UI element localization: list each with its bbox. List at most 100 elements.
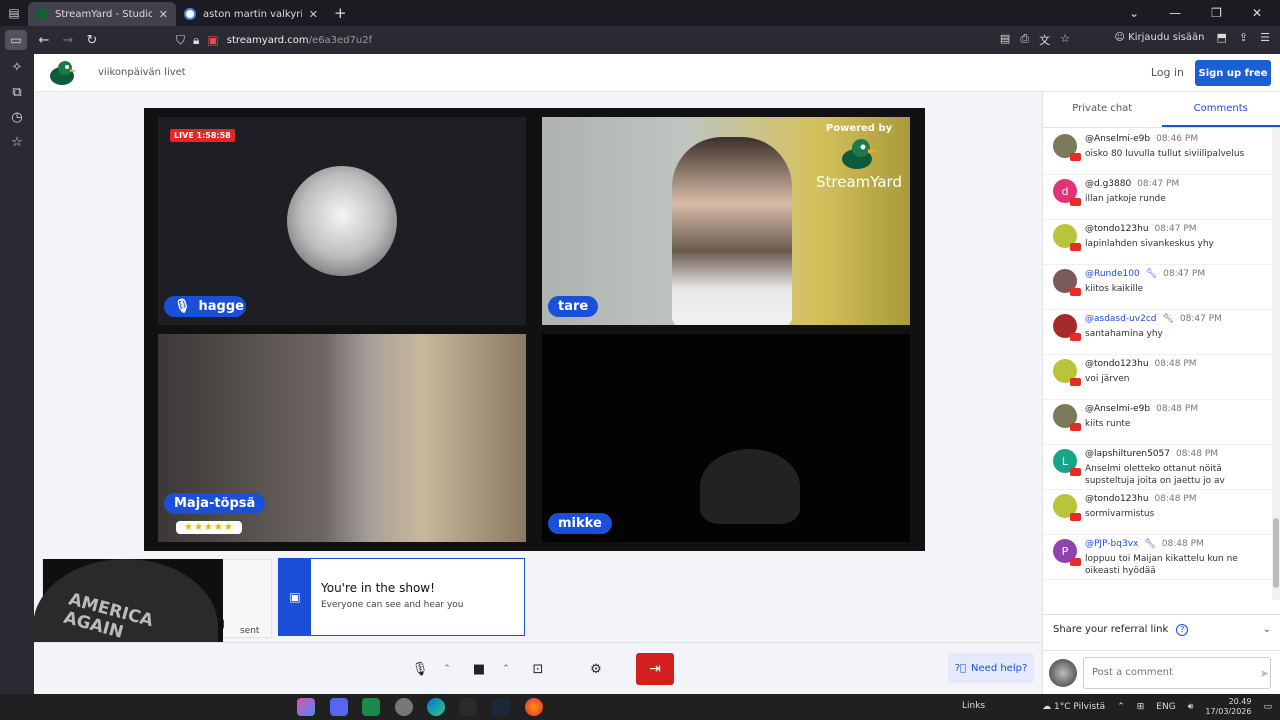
present-label[interactable]: sent bbox=[240, 626, 259, 636]
bookmark-star-icon[interactable]: ☆ bbox=[1060, 32, 1070, 48]
youtube-icon bbox=[1070, 378, 1081, 386]
studio-header: viikonpäivän livet Log in Sign up free bbox=[34, 54, 1280, 92]
tab-google[interactable]: aston martin valkyrie v12 - Goo ✕ bbox=[176, 2, 326, 26]
chevron-down-icon[interactable]: ⌄ bbox=[1263, 624, 1271, 635]
screenshot-icon[interactable]: ⎙ bbox=[1020, 32, 1029, 48]
help-question-icon[interactable]: ? bbox=[1176, 623, 1189, 636]
tray-chevron-up-icon[interactable]: ⌃ bbox=[1117, 702, 1125, 712]
camera-permission-icon[interactable]: ▣ bbox=[207, 33, 218, 47]
participant-tile[interactable]: Powered by StreamYard tare bbox=[542, 117, 910, 325]
participant-name-pill: Maja-töpsä bbox=[164, 493, 266, 514]
moderator-wrench-icon: 🔧︎ bbox=[1162, 314, 1174, 324]
camera-options-chevron-icon[interactable]: ⌃ bbox=[497, 655, 515, 683]
tabs-icon[interactable]: ⧉ bbox=[12, 85, 21, 100]
youtube-icon bbox=[1070, 288, 1081, 296]
mic-options-chevron-icon[interactable]: ⌃ bbox=[438, 655, 456, 683]
broadcast-title: viikonpäivän livet bbox=[98, 67, 186, 78]
comment-text: voi järven bbox=[1085, 374, 1130, 384]
avatar bbox=[1053, 494, 1081, 521]
comment-time: 08:48 PM bbox=[1161, 539, 1204, 549]
ai-chat-icon[interactable]: ✧ bbox=[12, 60, 23, 75]
reload-icon[interactable]: ↻ bbox=[80, 33, 104, 48]
youtube-icon bbox=[1070, 198, 1081, 206]
signup-button[interactable]: Sign up free bbox=[1195, 60, 1271, 86]
shield-icon[interactable]: ⛉ bbox=[176, 33, 185, 48]
sidebar-toggle-icon[interactable]: ▭ bbox=[5, 30, 27, 50]
participant-tile[interactable]: LIVE 1:58:58 🎙︎ hagge bbox=[158, 117, 526, 325]
volume-icon[interactable]: 🔊︎ bbox=[1188, 702, 1194, 712]
settings-gear-icon[interactable]: ⚙ bbox=[582, 655, 610, 683]
clock[interactable]: 20.49 17/03/2026 bbox=[1205, 697, 1251, 716]
login-link[interactable]: Log in bbox=[1151, 66, 1184, 79]
post-comment-input[interactable] bbox=[1083, 656, 1271, 689]
extensions-icon[interactable]: ⬒ bbox=[1217, 31, 1227, 44]
need-help-button[interactable]: ?⃝ Need help? bbox=[948, 653, 1034, 683]
youtube-icon bbox=[1070, 333, 1081, 341]
menu-icon[interactable]: ☰ bbox=[1260, 31, 1270, 44]
send-icon[interactable]: ➤ bbox=[1260, 667, 1269, 680]
participant-name-pill: mikke bbox=[548, 513, 612, 534]
minimize-icon[interactable]: — bbox=[1169, 6, 1181, 20]
notification-icon[interactable]: ▭ bbox=[1263, 702, 1272, 712]
network-icon[interactable]: ⊞ bbox=[1137, 702, 1145, 712]
tab-private-chat[interactable]: Private chat bbox=[1043, 92, 1162, 127]
steam-icon[interactable] bbox=[492, 698, 510, 716]
share-icon[interactable]: ⇪ bbox=[1239, 31, 1248, 44]
shield-app-icon[interactable] bbox=[395, 698, 413, 716]
tab-list-icon[interactable]: ▤ bbox=[0, 0, 28, 26]
comment-time: 08:47 PM bbox=[1163, 269, 1206, 279]
comment-author: @tondo123hu bbox=[1085, 359, 1149, 369]
share-screen-icon[interactable]: ⊡ bbox=[524, 655, 552, 683]
reader-view-icon[interactable]: ▤ bbox=[1000, 32, 1010, 48]
comment-author: @Runde100 bbox=[1085, 269, 1140, 279]
app-icon[interactable] bbox=[297, 698, 315, 716]
bookmarks-icon[interactable]: ☆ bbox=[11, 135, 23, 150]
comment-text: illan jatkoje runde bbox=[1085, 194, 1166, 204]
participant-tile[interactable]: mikke bbox=[542, 334, 910, 542]
browser-tabbar: ▤ StreamYard - Studio ✕ aston martin val… bbox=[0, 0, 1280, 26]
comment-time: 08:48 PM bbox=[1156, 404, 1199, 414]
close-window-icon[interactable]: ✕ bbox=[1252, 6, 1262, 20]
new-tab-icon[interactable]: + bbox=[334, 4, 347, 22]
referral-link-row[interactable]: Share your referral link ? ⌄ bbox=[1043, 614, 1280, 644]
participant-name-pill: 🎙︎ hagge bbox=[164, 296, 246, 317]
sign-in-button[interactable]: ☺ Kirjaudu sisään bbox=[1115, 32, 1205, 43]
avatar bbox=[1053, 134, 1081, 161]
microphone-icon[interactable]: 🎙︎ bbox=[406, 655, 434, 683]
youtube-icon bbox=[1070, 243, 1081, 251]
comment-time: 08:47 PM bbox=[1179, 314, 1222, 324]
game-app-icon[interactable] bbox=[362, 698, 380, 716]
forward-icon[interactable]: → bbox=[56, 33, 80, 48]
comment-item: @tondo123hu 08:48 PM voi järven bbox=[1043, 355, 1273, 400]
comments-scrollbar[interactable] bbox=[1272, 128, 1280, 600]
url-bar[interactable]: ⛉ 🔒︎ ▣ streamyard.com/e6a3ed7u2f ▤ ⎙ 文 ☆ bbox=[176, 29, 1070, 51]
browser-navbar: ▭ ← → ↻ ⛉ 🔒︎ ▣ streamyard.com/e6a3ed7u2f… bbox=[0, 26, 1280, 54]
firefox-icon[interactable] bbox=[525, 698, 543, 716]
play-app-icon[interactable] bbox=[459, 698, 477, 716]
tab-streamyard[interactable]: StreamYard - Studio ✕ bbox=[28, 2, 176, 26]
comment-author: @PJP-bq3vx bbox=[1085, 539, 1139, 549]
tab-overflow-icon[interactable]: ⌄ bbox=[1129, 6, 1139, 20]
close-tab-icon[interactable]: ✕ bbox=[159, 8, 168, 21]
participant-name-pill: tare bbox=[548, 296, 599, 317]
links-toolbar[interactable]: Links bbox=[962, 701, 985, 711]
language-indicator[interactable]: ENG bbox=[1156, 702, 1175, 712]
chat-panel: Private chat Comments @Anselmi-e9b 08:46 … bbox=[1042, 92, 1280, 694]
comment-item: @Anselmi-e9b 08:46 PM oisko 80 luvulla tul… bbox=[1043, 130, 1273, 175]
google-favicon-icon bbox=[184, 8, 196, 20]
leave-studio-button[interactable]: ⇥ bbox=[636, 653, 674, 685]
camera-icon[interactable]: ■ bbox=[465, 655, 493, 683]
lock-icon[interactable]: 🔒︎ bbox=[193, 33, 199, 48]
edge-icon[interactable] bbox=[427, 698, 445, 716]
discord-icon[interactable] bbox=[330, 698, 348, 716]
history-icon[interactable]: ◷ bbox=[11, 110, 22, 125]
tab-comments[interactable]: Comments bbox=[1161, 92, 1280, 127]
maximize-icon[interactable]: ❐ bbox=[1211, 6, 1222, 20]
back-icon[interactable]: ← bbox=[32, 33, 56, 48]
participant-tile[interactable]: Maja-töpsä ★★★★★ bbox=[158, 334, 526, 542]
close-tab-icon[interactable]: ✕ bbox=[309, 8, 318, 21]
translate-icon[interactable]: 文 bbox=[1039, 32, 1050, 48]
streamyard-logo-icon[interactable] bbox=[48, 59, 78, 87]
weather-widget[interactable]: ☁ 1°C Pilvistä bbox=[1042, 702, 1105, 712]
avatar bbox=[1053, 314, 1081, 341]
